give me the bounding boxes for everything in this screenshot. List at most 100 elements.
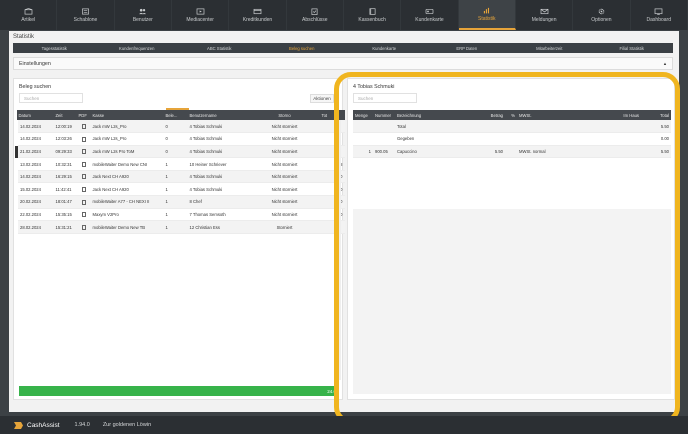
column-header-im-haus[interactable]: Im Haus xyxy=(569,110,641,120)
cell-percent xyxy=(505,120,517,134)
column-header-zeit[interactable]: Zeit xyxy=(53,110,77,120)
cell-beleg: 1 xyxy=(163,208,188,222)
tab-kundenkarte[interactable]: Kundenkarte xyxy=(343,43,426,53)
tab-abc-statistik[interactable]: ABC Statistik xyxy=(178,43,261,53)
table-row[interactable]: 20.02.2024 18:01:47 mobileWaiter A77 - C… xyxy=(16,195,345,209)
table-row[interactable]: 14.02.2024 12:03:26 Jack mW L2s_Pro 0 4 … xyxy=(16,132,345,146)
cell-beleg: 0 xyxy=(163,120,188,134)
cashbook-icon xyxy=(369,7,376,15)
cell-betrag xyxy=(465,132,505,146)
cell-benutzername: 10 Heiner Schriever xyxy=(187,157,250,171)
pdf-icon[interactable] xyxy=(81,199,86,205)
pdf-icon[interactable] xyxy=(81,123,86,129)
actions-button[interactable]: Aktionen xyxy=(310,94,334,103)
cell-beleg: 1 xyxy=(163,157,188,171)
cell-datum: 14.02.2024 xyxy=(16,132,54,146)
mail-icon xyxy=(540,8,548,14)
tab-kundenfrequenzen[interactable]: Kundenfrequenzen xyxy=(96,43,179,53)
pdf-icon[interactable] xyxy=(81,161,86,167)
column-header-datum[interactable]: Datum xyxy=(16,110,54,120)
tab-filial-statistik[interactable]: Filial Statistik xyxy=(591,43,674,53)
table-row[interactable]: Total 5.50 xyxy=(353,120,671,134)
cell-im-haus xyxy=(569,120,641,134)
credit-card-icon xyxy=(253,8,262,14)
tab-erp-daten[interactable]: ERP Daten xyxy=(426,43,509,53)
nav-item-benutzer[interactable]: Benutzer xyxy=(115,0,172,30)
tab-tagesstatistik[interactable]: Tagesstatistik xyxy=(13,43,96,53)
cell-menge: 1 xyxy=(353,145,373,159)
table-row[interactable]: 15.02.2024 11:42:41 Jack Next CH A920 1 … xyxy=(16,182,345,197)
cell-percent xyxy=(505,132,517,146)
column-header-total[interactable]: Total xyxy=(641,110,671,120)
table-row[interactable]: 22.02.2024 15:35:15 Maxym V2Pro 1 7 Thom… xyxy=(16,208,345,222)
cell-beleg: 0 xyxy=(163,132,188,146)
table-row[interactable]: 1 900.05 Capuccino 5.50 MWSt. normal 5.5… xyxy=(353,145,671,159)
pdf-icon[interactable] xyxy=(81,224,86,230)
chart-icon xyxy=(484,7,490,13)
detail-search-input[interactable] xyxy=(353,93,417,103)
cell-total: 5.50 xyxy=(641,120,671,134)
column-header-total[interactable]: Tot xyxy=(319,110,345,120)
cell-im-haus xyxy=(569,132,641,146)
dashboard-icon xyxy=(654,8,663,15)
receipt-search-panel: Beleg suchen Aktionen Datum Zeit PDF Kas… xyxy=(13,78,345,400)
cell-kasse: mobileWaiter A77 - CH NEXI II xyxy=(90,195,164,209)
table-row[interactable]: 14.02.2024 16:29:15 Jack Next CH A920 1 … xyxy=(16,170,345,184)
pdf-icon[interactable] xyxy=(81,186,86,192)
column-header-nummer[interactable]: Nummer xyxy=(373,110,395,120)
tab-beleg-suchen[interactable]: Beleg suchen xyxy=(261,43,344,53)
nav-item-artikel[interactable]: Artikel xyxy=(0,0,58,30)
nav-item-mediacenter[interactable]: Mediacenter xyxy=(172,0,230,30)
column-header-menge[interactable]: Menge xyxy=(353,110,373,120)
nav-item-abschluesse[interactable]: Abschlüsse xyxy=(287,0,344,30)
pdf-icon[interactable] xyxy=(81,149,86,155)
main-panel: Statistik Tagesstatistik Kundenfrequenze… xyxy=(9,31,679,412)
cell-benutzername: 12 Christian Ess xyxy=(187,220,250,234)
receipt-user-title: 4 Tobias Schmuki xyxy=(353,84,395,90)
column-header-percent[interactable]: % xyxy=(505,110,517,120)
users-icon xyxy=(139,8,147,14)
pdf-icon[interactable] xyxy=(81,136,86,142)
nav-item-dashboard[interactable]: Dashboard xyxy=(631,0,688,30)
column-header-benutzername[interactable]: Benutzername xyxy=(187,110,250,120)
table-row[interactable]: 14.02.2024 12:00:19 Jack mW L2s_Pro 0 4 … xyxy=(16,120,345,134)
column-header-pdf[interactable]: PDF xyxy=(76,110,91,120)
table-row[interactable]: 13.02.2024 10:32:31 mobileWaiter Demo Ne… xyxy=(16,157,345,171)
settings-accordion[interactable]: Einstellungen ▲ xyxy=(13,57,673,70)
nav-item-statistik[interactable]: Statistik xyxy=(458,0,516,30)
cell-datum: 20.02.2024 xyxy=(16,195,54,209)
pdf-icon[interactable] xyxy=(81,174,86,180)
cell-datum: 21.02.2024 xyxy=(15,145,54,159)
nav-item-kassenbuch[interactable]: Kassenbuch xyxy=(344,0,402,30)
cell-total: 0.00 xyxy=(641,132,671,146)
nav-item-optionen[interactable]: Optionen xyxy=(573,0,631,30)
cell-zeit: 12:03:26 xyxy=(53,132,77,146)
nav-item-kundenkarte[interactable]: Kundenkarte xyxy=(401,0,459,30)
cell-nummer xyxy=(373,132,395,146)
nav-item-schablone[interactable]: Schablone xyxy=(57,0,115,30)
cell-mwst xyxy=(517,132,569,146)
tab-mitarbeiterzeit[interactable]: Mitarbeiterzeit xyxy=(508,43,591,53)
cell-storno: Nicht storniert xyxy=(249,195,320,209)
nav-item-label: Optionen xyxy=(591,16,612,23)
table-row-selected[interactable]: 21.02.2024 09:29:33 Jack mW L2s Pro ToM … xyxy=(15,145,345,159)
cell-zeit: 15:31:21 xyxy=(53,220,77,234)
receipt-search-input[interactable] xyxy=(19,93,83,103)
receipt-items-table: Menge Nummer Bezeichnung Betrag % MWSt. … xyxy=(353,110,671,159)
cell-nummer: 900.05 xyxy=(373,145,395,159)
table-row[interactable]: Gegeben 0.00 xyxy=(353,132,671,146)
column-header-kasse[interactable]: Kasse xyxy=(90,110,164,120)
column-header-beleg[interactable]: Bele... xyxy=(163,110,188,120)
nav-item-kreditkunden[interactable]: Kreditkunden xyxy=(229,0,287,30)
table-row[interactable]: 28.02.2024 15:31:21 mobileWaiter Demo Ne… xyxy=(16,220,345,234)
table-scrollbar[interactable] xyxy=(338,120,341,380)
pdf-icon[interactable] xyxy=(81,212,86,218)
cell-kasse: Jack Next CH A920 xyxy=(90,170,164,184)
nav-item-meldungen[interactable]: Meldungen xyxy=(516,0,574,30)
cell-storno: Nicht storniert xyxy=(249,145,320,159)
column-header-betrag[interactable]: Betrag xyxy=(465,110,505,120)
cell-storno: Nicht storniert xyxy=(249,132,320,146)
column-header-storno[interactable]: Storno xyxy=(249,110,320,120)
column-header-bezeichnung[interactable]: Bezeichnung xyxy=(395,110,465,120)
column-header-mwst[interactable]: MWSt. xyxy=(517,110,569,120)
